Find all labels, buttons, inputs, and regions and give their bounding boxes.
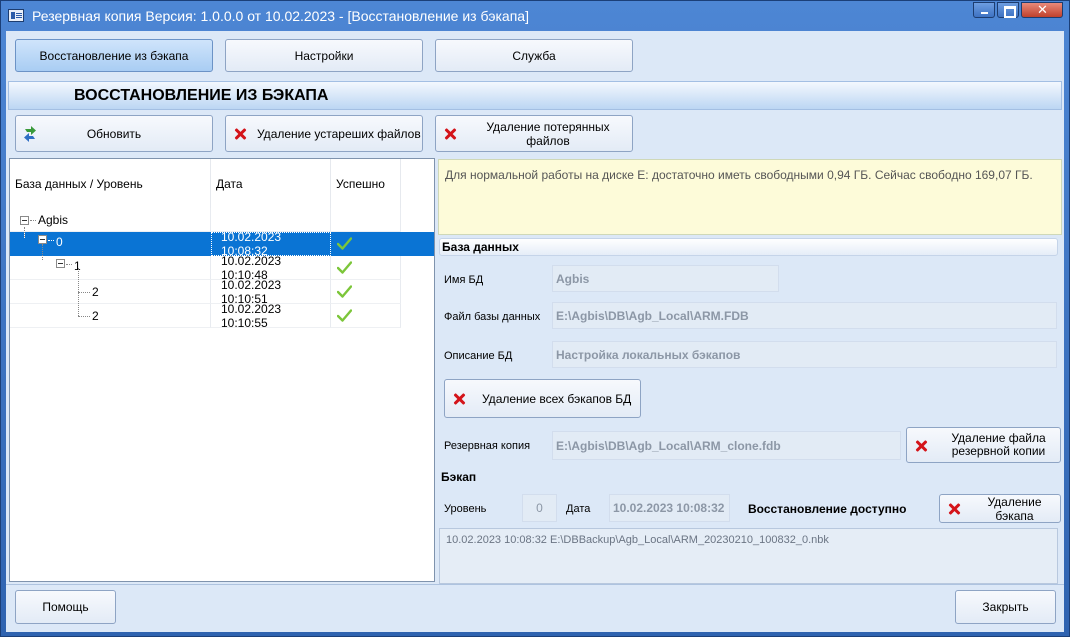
success-check-icon [337, 261, 352, 274]
backup-log[interactable]: 10.02.2023 10:08:32 E:\DBBackup\Agb_Loca… [439, 528, 1058, 584]
row-date: 10.02.2023 10:10:51 [211, 278, 331, 306]
collapse-toggle[interactable] [38, 235, 47, 244]
delete-icon [453, 393, 465, 405]
help-button-label: Помощь [42, 600, 89, 614]
tab-service-label: Служба [512, 48, 556, 63]
delete-backup-label: Удаление бэкапа [987, 494, 1042, 523]
tab-service[interactable]: Служба [435, 39, 633, 72]
db-file-field[interactable]: E:\Agbis\DB\Agb_Local\ARM.FDB [552, 302, 1057, 329]
db-description-label: Описание БД [444, 350, 513, 362]
delete-old-files-button[interactable]: Удаление устареших файлов [225, 115, 423, 152]
table-row[interactable]: 10.02.2023 10:10:55 2 [10, 292, 434, 330]
client-area: Восстановление из бэкапа Настройки Служб… [6, 31, 1064, 632]
backup-copy-label: Резервная копия [444, 440, 531, 452]
refresh-button-label: Обновить [86, 126, 142, 141]
window-title: Резервная копия Версия: 1.0.0.0 от 10.02… [32, 8, 529, 24]
backup-tree-grid[interactable]: База данных / Уровень Дата Успешно Agbis… [9, 158, 435, 582]
tab-restore[interactable]: Восстановление из бэкапа [15, 39, 213, 72]
close-button[interactable]: Закрыть [955, 590, 1056, 624]
delete-lost-files-button[interactable]: Удаление потерянных файлов [435, 115, 633, 152]
delete-backup-copy-label-line2: резервной копии [951, 444, 1046, 458]
backup-level-field[interactable]: 0 [522, 494, 557, 522]
collapse-toggle[interactable] [20, 216, 29, 225]
app-icon [8, 9, 24, 22]
delete-icon [948, 503, 960, 515]
database-group-header: База данных [439, 238, 1058, 256]
backup-level-label: Уровень [444, 503, 487, 515]
backup-copy-field[interactable]: E:\Agbis\DB\Agb_Local\ARM_clone.fdb [552, 431, 901, 460]
refresh-button[interactable]: Обновить [15, 115, 213, 152]
tree-root-label: Agbis [38, 213, 69, 227]
table-row[interactable]: 10.02.2023 10:10:51 2 [10, 268, 434, 306]
title-bar[interactable]: Резервная копия Версия: 1.0.0.0 от 10.02… [1, 1, 1069, 31]
db-name-field[interactable]: Agbis [552, 265, 779, 292]
section-header: ВОССТАНОВЛЕНИЕ ИЗ БЭКАПА [8, 81, 1062, 110]
page-title: ВОССТАНОВЛЕНИЕ ИЗ БЭКАПА [74, 87, 329, 104]
delete-icon [444, 128, 456, 140]
minimize-button[interactable] [973, 2, 995, 18]
delete-lost-files-label: Удаление потерянных файлов [486, 119, 610, 148]
column-header-success[interactable]: Успешно [331, 159, 401, 209]
backup-group-header: Бэкап [441, 470, 477, 484]
backup-log-text: 10.02.2023 10:08:32 E:\DBBackup\Agb_Loca… [446, 534, 829, 546]
disk-space-info: Для нормальной работы на диске E: достат… [438, 159, 1062, 235]
column-header-database[interactable]: База данных / Уровень [10, 159, 211, 209]
row-date: 10.02.2023 10:08:32 [211, 230, 331, 258]
collapse-toggle[interactable] [56, 259, 65, 268]
close-button-label: Закрыть [982, 600, 1029, 614]
delete-icon [915, 440, 927, 452]
footer-bar: Помощь Закрыть [6, 584, 1064, 632]
table-row[interactable]: 10.02.2023 10:10:48 1 [10, 244, 434, 282]
tab-settings[interactable]: Настройки [225, 39, 423, 72]
delete-backup-copy-button[interactable]: Удаление файла резервной копии [906, 427, 1061, 463]
backup-date-label: Дата [566, 503, 591, 515]
tree-node-label: 0 [56, 235, 63, 249]
tree-root-row[interactable]: Agbis [10, 208, 434, 232]
delete-old-files-label: Удаление устареших файлов [257, 126, 421, 141]
success-check-icon [337, 237, 352, 250]
backup-date-field[interactable]: 10.02.2023 10:08:32 [609, 494, 730, 522]
delete-all-db-backups-button[interactable]: Удаление всех бэкапов БД [444, 379, 641, 418]
refresh-icon [22, 125, 38, 143]
delete-backup-button[interactable]: Удаление бэкапа [939, 494, 1061, 523]
tree-node-label: 2 [92, 285, 99, 299]
tab-restore-label: Восстановление из бэкапа [39, 48, 189, 63]
maximize-button[interactable] [997, 2, 1019, 18]
column-header-date[interactable]: Дата [211, 159, 331, 209]
app-window: Резервная копия Версия: 1.0.0.0 от 10.02… [0, 0, 1070, 637]
row-date: 10.02.2023 10:10:48 [211, 254, 331, 282]
success-check-icon [337, 285, 352, 298]
close-window-button[interactable] [1021, 2, 1063, 18]
restore-status: Восстановление доступно [748, 502, 907, 516]
row-date: 10.02.2023 10:10:55 [211, 302, 331, 330]
help-button[interactable]: Помощь [15, 590, 116, 624]
tree-node-label: 2 [92, 309, 99, 323]
success-check-icon [337, 309, 352, 322]
delete-icon [234, 128, 246, 140]
disk-space-text: Для нормальной работы на диске E: достат… [445, 168, 1033, 182]
db-name-label: Имя БД [444, 274, 484, 286]
tab-settings-label: Настройки [294, 48, 354, 63]
db-description-field[interactable]: Настройка локальных бэкапов [552, 341, 1057, 368]
db-file-label: Файл базы данных [444, 311, 541, 323]
delete-all-db-backups-label: Удаление всех бэкапов БД [482, 391, 632, 406]
table-row[interactable]: 10.02.2023 10:08:32 0 [10, 227, 434, 258]
